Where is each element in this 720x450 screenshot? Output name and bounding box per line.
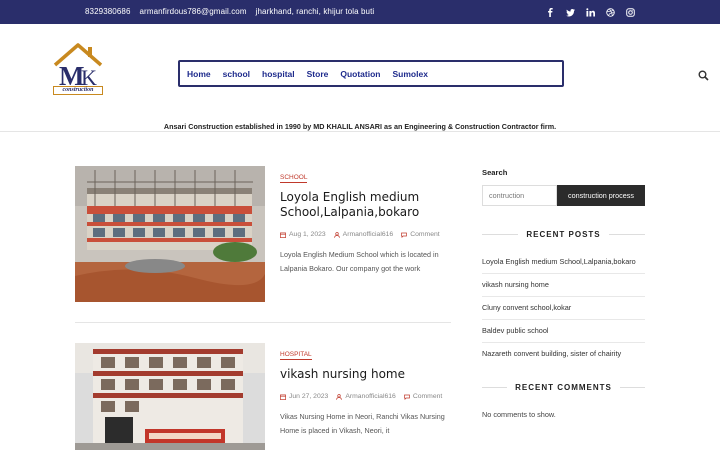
user-icon	[336, 393, 343, 400]
instagram-icon[interactable]	[620, 5, 640, 19]
site-tagline: Ansari Construction established in 1990 …	[163, 122, 557, 131]
comment-icon	[401, 232, 408, 238]
post-comment-link[interactable]: Comment	[401, 229, 440, 240]
top-bar: 8329380686 armanfirdous786@gmail.com jha…	[0, 0, 720, 24]
calendar-icon	[280, 232, 286, 238]
recent-posts-title: RECENT POSTS	[482, 230, 645, 239]
post-date-text: Aug 1, 2023	[289, 231, 326, 238]
post-meta: Jun 27, 2023 Armanofficial616 Comment	[280, 391, 450, 402]
post-thumbnail-hospital[interactable]	[75, 343, 265, 450]
post-body: SCHOOL Loyola English medium School,Lalp…	[280, 166, 450, 276]
post-category[interactable]: SCHOOL	[280, 174, 308, 183]
search-label: Search	[482, 168, 508, 177]
search-form: construction process	[482, 185, 645, 206]
recent-posts-list: Loyola English medium School,Lalpania,bo…	[482, 251, 645, 365]
post-card: SCHOOL Loyola English medium School,Lalp…	[75, 166, 451, 323]
post-comment-text: Comment	[410, 231, 440, 238]
linkedin-icon[interactable]	[580, 5, 600, 19]
comment-icon	[403, 394, 410, 400]
email-address[interactable]: armanfirdous786@gmail.com	[140, 7, 247, 16]
recent-post-link[interactable]: Cluny convent school,kokar	[482, 297, 645, 320]
post-author-text: Armanofficial616	[345, 393, 396, 400]
contact-info: 8329380686 armanfirdous786@gmail.com jha…	[85, 7, 374, 16]
dribbble-icon[interactable]	[600, 5, 620, 19]
logo-text: construction	[62, 87, 94, 93]
post-card: HOSPITAL vikash nursing home Jun 27, 202…	[75, 343, 451, 450]
post-category[interactable]: HOSPITAL	[280, 351, 312, 360]
no-comments-message: No comments to show.	[482, 410, 556, 419]
post-excerpt: Loyola English Medium School which is lo…	[280, 250, 439, 273]
recent-post-link[interactable]: Loyola English medium School,Lalpania,bo…	[482, 251, 645, 274]
address: jharkhand, ranchi, khijur tola buti	[255, 7, 375, 16]
calendar-icon	[280, 394, 286, 400]
search-button[interactable]: construction process	[557, 185, 645, 206]
post-author[interactable]: Armanofficial616	[336, 391, 396, 402]
post-title[interactable]: vikash nursing home	[280, 367, 450, 382]
nav-store[interactable]: Store	[307, 69, 329, 79]
recent-comments-title-text: RECENT COMMENTS	[515, 383, 612, 392]
nav-hospital[interactable]: hospital	[262, 69, 295, 79]
post-thumbnail-school[interactable]	[75, 166, 265, 302]
nav-school[interactable]: school	[223, 69, 250, 79]
site-header: M K construction Home school hospital St…	[0, 24, 720, 132]
post-comment-link[interactable]: Comment	[403, 391, 443, 402]
twitter-icon[interactable]	[560, 5, 580, 19]
site-logo[interactable]: M K construction	[52, 41, 104, 97]
post-date-text: Jun 27, 2023	[289, 393, 329, 400]
sidebar: Search construction process RECENT POSTS…	[482, 166, 645, 419]
post-body: HOSPITAL vikash nursing home Jun 27, 202…	[280, 343, 450, 438]
phone-number[interactable]: 8329380686	[85, 7, 131, 16]
nav-home[interactable]: Home	[187, 69, 211, 79]
recent-comments-title: RECENT COMMENTS	[482, 383, 645, 392]
main-navigation: Home school hospital Store Quotation Sum…	[178, 60, 564, 87]
search-input[interactable]	[482, 185, 557, 206]
recent-post-link[interactable]: Nazareth convent building, sister of cha…	[482, 343, 645, 365]
post-title[interactable]: Loyola English medium School,Lalpania,bo…	[280, 190, 450, 220]
post-date[interactable]: Jun 27, 2023	[280, 391, 328, 402]
facebook-icon[interactable]	[540, 5, 560, 19]
post-comment-text: Comment	[412, 393, 443, 400]
user-icon	[333, 231, 340, 238]
post-author[interactable]: Armanofficial616	[333, 229, 394, 240]
recent-post-link[interactable]: vikash nursing home	[482, 274, 645, 297]
nav-quotation[interactable]: Quotation	[340, 69, 380, 79]
post-date[interactable]: Aug 1, 2023	[280, 229, 326, 240]
nav-sumolex[interactable]: Sumolex	[393, 69, 428, 79]
search-icon[interactable]	[698, 68, 709, 81]
recent-posts-title-text: RECENT POSTS	[526, 230, 601, 239]
post-author-text: Armanofficial616	[342, 231, 394, 238]
recent-post-link[interactable]: Baldev public school	[482, 320, 645, 343]
social-links	[540, 5, 640, 19]
post-meta: Aug 1, 2023 Armanofficial616 Comment	[280, 229, 450, 240]
post-excerpt: Vikas Nursing Home in Neori, Ranchi Vika…	[280, 412, 445, 435]
